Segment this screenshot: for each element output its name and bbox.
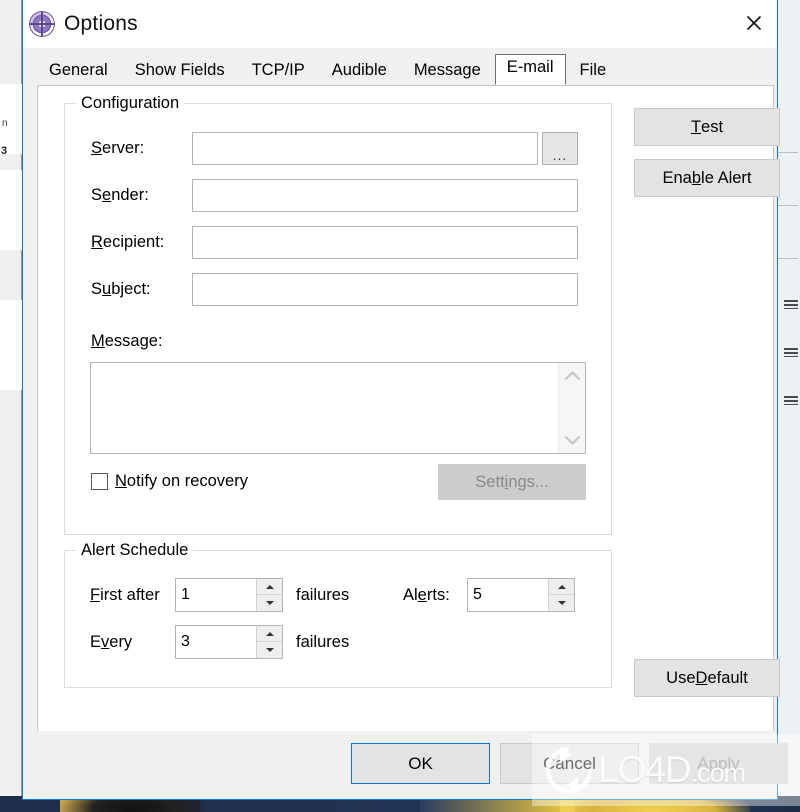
tab-message[interactable]: Message	[401, 56, 494, 87]
apply-button[interactable]: Apply	[649, 743, 788, 784]
server-row: Server: ...	[65, 132, 611, 165]
alerts-input[interactable]	[468, 579, 548, 611]
options-dialog: Options General Show Fields TCP/IP Audib…	[22, 0, 788, 800]
every-unit: failures	[296, 632, 350, 651]
title-bar: Options	[23, 0, 777, 48]
triangle-down-icon	[265, 601, 274, 605]
close-icon[interactable]	[731, 0, 777, 45]
first-after-row: First after failures Alerts:	[65, 578, 611, 612]
chevron-down-icon	[564, 435, 580, 446]
alerts-increment-button[interactable]	[549, 579, 574, 595]
message-label: Message:	[91, 332, 163, 350]
background-pane	[0, 300, 22, 390]
message-textarea-container	[90, 362, 586, 454]
triangle-down-icon	[557, 601, 566, 605]
triangle-up-icon	[265, 584, 274, 589]
tab-general[interactable]: General	[36, 56, 121, 87]
email-tab-page: Configuration Server: ... Sender: Recipi…	[37, 85, 780, 731]
every-input[interactable]	[176, 626, 256, 658]
test-button[interactable]: Test	[634, 108, 780, 146]
triangle-up-icon	[265, 631, 274, 636]
tab-file[interactable]: File	[567, 56, 620, 87]
ellipsis-icon: ...	[552, 147, 568, 163]
first-after-input[interactable]	[176, 579, 256, 611]
first-after-unit: failures	[296, 585, 350, 604]
alert-schedule-group-title: Alert Schedule	[76, 541, 194, 560]
tab-show-fields[interactable]: Show Fields	[122, 56, 238, 87]
triangle-down-icon	[265, 648, 274, 652]
every-decrement-button[interactable]	[257, 642, 282, 658]
recipient-input[interactable]	[192, 226, 578, 259]
background-text: n	[2, 118, 8, 129]
every-stepper[interactable]	[175, 625, 283, 659]
alerts-stepper[interactable]	[467, 578, 575, 612]
server-browse-button[interactable]: ...	[542, 132, 578, 165]
alerts-label: Alerts:	[403, 585, 450, 604]
every-label: Every	[90, 632, 133, 651]
subject-row: Subject:	[65, 273, 611, 306]
every-row: Every failures	[65, 625, 611, 659]
alert-schedule-groupbox: Alert Schedule First after failures Aler…	[64, 541, 612, 688]
background-pane	[0, 170, 22, 250]
enable-alert-button[interactable]: Ena b le Alert	[634, 159, 780, 197]
server-input[interactable]	[192, 132, 538, 165]
tab-email[interactable]: E-mail	[494, 53, 566, 85]
sender-input[interactable]	[192, 179, 578, 212]
first-after-decrement-button[interactable]	[257, 595, 282, 611]
notify-on-recovery-row[interactable]: Notify on recovery	[91, 472, 248, 491]
message-textarea[interactable]	[91, 363, 558, 453]
tab-audible[interactable]: Audible	[319, 56, 400, 87]
subject-input[interactable]	[192, 273, 578, 306]
chevron-up-icon	[564, 370, 580, 381]
notify-on-recovery-label: Notify on recovery	[115, 472, 248, 490]
background-window-left: n 3	[0, 0, 22, 800]
recipient-label: Recipient:	[91, 233, 165, 251]
alerts-decrement-button[interactable]	[549, 595, 574, 611]
notify-on-recovery-checkbox[interactable]	[91, 473, 108, 490]
first-after-label: First after	[90, 585, 160, 604]
every-increment-button[interactable]	[257, 626, 282, 642]
first-after-stepper[interactable]	[175, 578, 283, 612]
message-scrollbar[interactable]	[558, 363, 585, 453]
subject-label: Subject:	[91, 280, 151, 298]
configuration-groupbox: Configuration Server: ... Sender: Recipi…	[64, 94, 612, 535]
window-title: Options	[64, 11, 138, 35]
tab-strip: General Show Fields TCP/IP Audible Messa…	[23, 48, 777, 85]
triangle-up-icon	[557, 584, 566, 589]
use-default-button[interactable]: Use Default	[634, 659, 780, 697]
recipient-row: Recipient:	[65, 226, 611, 259]
sender-row: Sender:	[65, 179, 611, 212]
dialog-command-bar: OK Cancel Apply	[23, 731, 788, 799]
configuration-group-title: Configuration	[76, 94, 185, 113]
ok-button[interactable]: OK	[351, 743, 490, 784]
cancel-button[interactable]: Cancel	[500, 743, 639, 784]
tab-tcp-ip[interactable]: TCP/IP	[239, 56, 318, 87]
server-label: Server:	[91, 139, 145, 157]
first-after-increment-button[interactable]	[257, 579, 282, 595]
background-text: 3	[1, 145, 8, 157]
sender-label: Sender:	[91, 186, 149, 204]
target-circle-icon	[29, 10, 55, 37]
settings-button[interactable]: Sett i ngs...	[438, 464, 586, 500]
